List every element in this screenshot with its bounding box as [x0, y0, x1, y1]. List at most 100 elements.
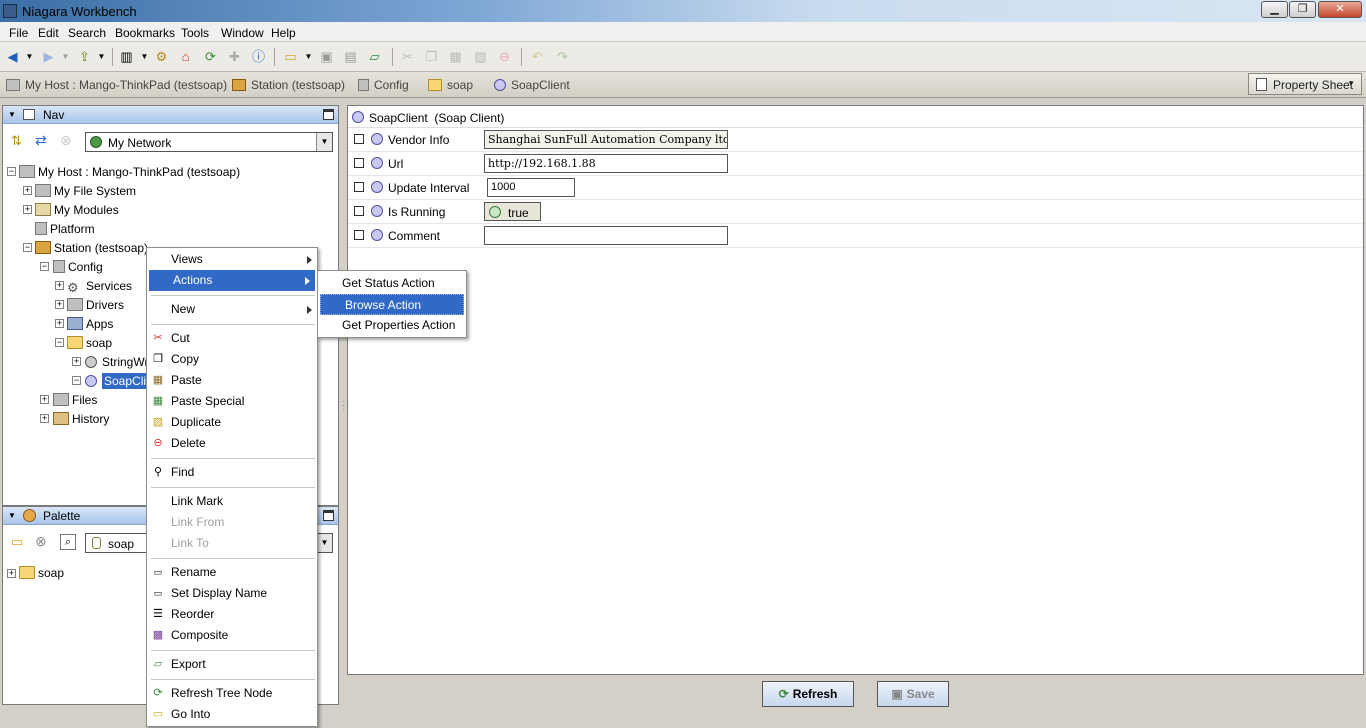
menu-paste[interactable]: ▦ Paste [147, 370, 317, 391]
menu-refresh-tree-node[interactable]: ⟳ Refresh Tree Node [147, 683, 317, 704]
menu-export[interactable]: ▱ Export [147, 654, 317, 675]
up-level-icon[interactable]: ⇪ [76, 49, 93, 65]
tree-expander[interactable]: + [55, 319, 64, 328]
palette-node-soap[interactable]: soap [19, 564, 64, 582]
open-icon[interactable]: ⚙ [153, 49, 170, 65]
minimize-button[interactable]: ▁ [1261, 1, 1288, 18]
menu-bookmarks[interactable]: Bookmarks [115, 26, 175, 40]
duplicate-icon[interactable]: ▧ [472, 49, 489, 65]
refresh-button[interactable]: ⟳ Refresh [762, 681, 854, 707]
menu-actions[interactable]: Actions [149, 270, 315, 291]
url-field[interactable]: http://192.168.1.88 [484, 154, 728, 173]
maximize-button[interactable]: ❐ [1289, 1, 1316, 18]
tree-node-soap[interactable]: soap [67, 334, 112, 352]
save-all-icon[interactable]: ▤ [342, 49, 359, 65]
tree-node-apps[interactable]: Apps [67, 315, 113, 333]
search-icon[interactable]: ⌕ [60, 534, 76, 550]
undo-icon[interactable]: ↶ [529, 49, 546, 65]
tree-node-stringwriter[interactable]: StringWr [85, 353, 148, 371]
menu-composite[interactable]: ▩ Composite [147, 625, 317, 646]
tree-node-file-system[interactable]: My File System [35, 182, 136, 200]
menu-new[interactable]: New [147, 299, 317, 320]
tree-node-soapclient[interactable]: SoapClie [85, 372, 155, 390]
action-get-properties[interactable]: Get Properties Action [318, 315, 466, 336]
menu-delete[interactable]: ⊖ Delete [147, 433, 317, 454]
side-bar-icon[interactable]: ▥ [118, 49, 135, 65]
open-folder-dropdown-icon[interactable]: ▼ [300, 49, 317, 65]
tree-expander[interactable]: + [23, 205, 32, 214]
menu-rename[interactable]: ▭ Rename [147, 562, 317, 583]
tree-expander[interactable]: − [40, 262, 49, 271]
tree-expander[interactable]: − [7, 167, 16, 176]
delete-icon[interactable]: ⊖ [496, 49, 513, 65]
tree-expander[interactable]: − [23, 243, 32, 252]
menu-find[interactable]: ⚲ Find [147, 462, 317, 483]
menu-window[interactable]: Window [221, 26, 264, 40]
locator-station[interactable]: Station (testsoap) [232, 78, 345, 92]
paste-icon[interactable]: ▦ [447, 49, 464, 65]
locator-soapclient[interactable]: SoapClient [494, 78, 570, 92]
view-selector-dropdown[interactable]: Property Sheet ▼ [1248, 73, 1362, 95]
up-dropdown-icon[interactable]: ▼ [93, 49, 110, 65]
menu-tools[interactable]: Tools [181, 26, 209, 40]
collapse-triangle-icon[interactable]: ▼ [8, 110, 16, 119]
cut-icon[interactable]: ✂ [399, 49, 416, 65]
locator-config[interactable]: Config [358, 78, 409, 92]
chevron-down-icon[interactable]: ▼ [316, 534, 332, 552]
menu-paste-special[interactable]: ▦ Paste Special [147, 391, 317, 412]
redo-icon[interactable]: ↷ [554, 49, 571, 65]
tree-node-platform[interactable]: Platform [35, 220, 95, 238]
tree-node-history[interactable]: History [53, 410, 109, 428]
collapse-triangle-icon[interactable]: ▼ [8, 511, 16, 520]
menu-reorder[interactable]: ☰ Reorder [147, 604, 317, 625]
tree-expander[interactable]: + [72, 357, 81, 366]
tree-expander[interactable]: + [23, 186, 32, 195]
expand-checkbox[interactable] [354, 134, 364, 144]
open-folder-icon[interactable]: ▭ [282, 49, 299, 65]
comment-field[interactable] [484, 226, 728, 245]
tree-node-host[interactable]: My Host : Mango-ThinkPad (testsoap) [19, 163, 240, 181]
expand-checkbox[interactable] [354, 206, 364, 216]
close-ord-icon[interactable]: ⊗ [60, 132, 72, 149]
menu-set-display-name[interactable]: ▭ Set Display Name [147, 583, 317, 604]
expand-checkbox[interactable] [354, 182, 364, 192]
tree-expander[interactable]: + [40, 414, 49, 423]
maximize-panel-icon[interactable] [323, 109, 334, 120]
action-browse[interactable]: Browse Action [320, 294, 464, 315]
menu-copy[interactable]: ❐ Copy [147, 349, 317, 370]
menu-views[interactable]: Views [147, 249, 317, 270]
menu-file[interactable]: File [9, 26, 28, 40]
tree-node-services[interactable]: ⚙ Services [67, 277, 132, 295]
tree-node-station[interactable]: Station (testsoap) [35, 239, 148, 257]
menu-edit[interactable]: Edit [38, 26, 59, 40]
expand-checkbox[interactable] [354, 230, 364, 240]
network-select[interactable]: My Network ▼ [85, 132, 333, 152]
info-icon[interactable]: ⓘ [250, 49, 267, 65]
tree-expander[interactable]: − [55, 338, 64, 347]
tree-expander[interactable]: + [55, 300, 64, 309]
menu-link-to[interactable]: Link To [147, 533, 317, 554]
splitter-handle[interactable]: · · · [342, 397, 345, 415]
back-dropdown-icon[interactable]: ▼ [21, 49, 38, 65]
refresh-tree-icon[interactable]: ⇄ [35, 132, 47, 149]
home-icon[interactable]: ⌂ [177, 49, 194, 65]
sync-icon[interactable]: ⇅ [11, 133, 22, 149]
chevron-down-icon[interactable]: ▼ [316, 133, 332, 151]
close-button[interactable]: ✕ [1318, 1, 1362, 18]
tree-node-drivers[interactable]: Drivers [67, 296, 124, 314]
open-palette-icon[interactable]: ▭ [11, 534, 23, 550]
export-icon[interactable]: ▱ [366, 49, 383, 65]
action-get-status[interactable]: Get Status Action [318, 273, 466, 294]
tree-expander[interactable]: + [55, 281, 64, 290]
forward-arrow-icon[interactable]: ▶ [40, 49, 57, 65]
close-palette-icon[interactable]: ⊗ [35, 533, 47, 550]
tree-expander[interactable]: + [7, 569, 16, 578]
expand-checkbox[interactable] [354, 158, 364, 168]
locator-host[interactable]: My Host : Mango-ThinkPad (testsoap) [6, 78, 227, 92]
save-button[interactable]: ▣ Save [877, 681, 949, 707]
menu-link-from[interactable]: Link From [147, 512, 317, 533]
maximize-panel-icon[interactable] [323, 510, 334, 521]
menu-help[interactable]: Help [271, 26, 296, 40]
tree-node-config[interactable]: Config [53, 258, 103, 276]
back-arrow-icon[interactable]: ◀ [4, 49, 21, 65]
